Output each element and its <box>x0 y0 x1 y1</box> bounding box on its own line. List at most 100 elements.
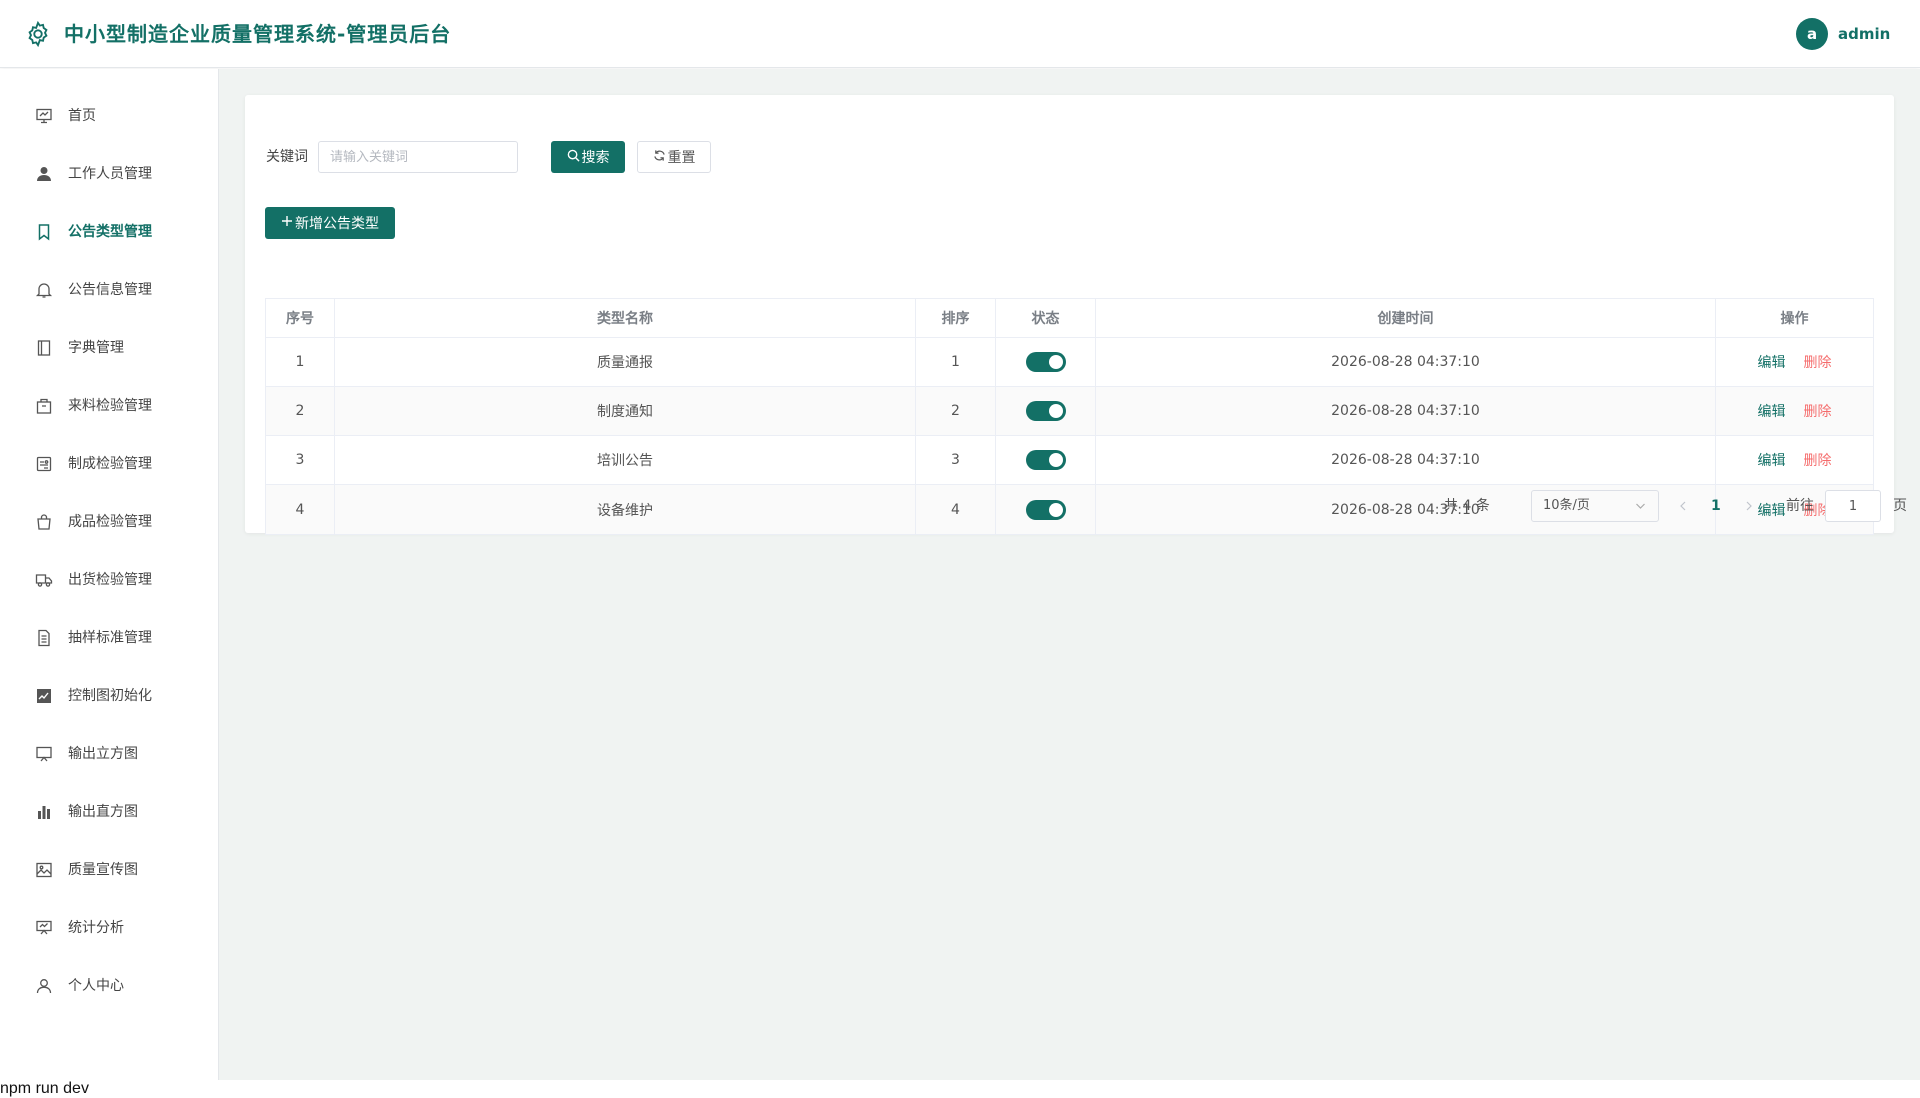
dashboard-icon <box>35 107 53 125</box>
truck-icon <box>35 571 53 589</box>
sidebar-item-product-inspection[interactable]: 成品检验管理 <box>0 493 218 551</box>
bag-icon <box>35 513 53 531</box>
box-icon <box>35 397 53 415</box>
presentation-icon <box>35 919 53 937</box>
column-header: 排序 <box>916 299 996 337</box>
actions-cell: 编辑 删除 <box>1716 436 1873 484</box>
sidebar-item-label: 公告类型管理 <box>68 224 152 240</box>
toggle-knob <box>1048 404 1063 418</box>
person-icon <box>35 977 53 995</box>
bell-icon <box>35 281 53 299</box>
goto-label: 前往 <box>1786 498 1814 514</box>
add-notice-type-button[interactable]: 新增公告类型 <box>265 207 395 239</box>
sidebar-item-label: 制成检验管理 <box>68 456 152 472</box>
row-index: 1 <box>266 338 335 386</box>
edit-link[interactable]: 编辑 <box>1758 352 1786 372</box>
sidebar-item-label: 成品检验管理 <box>68 514 152 530</box>
sidebar-item-home[interactable]: 首页 <box>0 87 218 145</box>
sidebar-item-label: 输出立方图 <box>68 746 138 762</box>
sidebar-item-notice-type[interactable]: 公告类型管理 <box>0 203 218 261</box>
sidebar-item-label: 公告信息管理 <box>68 282 152 298</box>
sidebar-item-label: 来料检验管理 <box>68 398 152 414</box>
sort-order: 3 <box>916 436 996 484</box>
edit-link[interactable]: 编辑 <box>1758 500 1786 520</box>
trend-chart-icon <box>35 687 53 705</box>
created-time: 2026-08-28 04:37:10 <box>1096 387 1716 435</box>
sidebar-item-label: 字典管理 <box>68 340 124 356</box>
reset-button[interactable]: 重置 <box>637 141 711 173</box>
column-header: 类型名称 <box>335 299 916 337</box>
type-name: 培训公告 <box>335 436 916 484</box>
sidebar-item-control-chart[interactable]: 控制图初始化 <box>0 667 218 725</box>
delete-link[interactable]: 删除 <box>1804 450 1832 470</box>
sidebar-item-quality-poster[interactable]: 质量宣传图 <box>0 841 218 899</box>
delete-link[interactable]: 删除 <box>1804 352 1832 372</box>
chevron-left-icon[interactable] <box>1678 496 1688 522</box>
sidebar-item-dictionary[interactable]: 字典管理 <box>0 319 218 377</box>
created-time: 2026-08-28 04:37:10 <box>1096 338 1716 386</box>
tray-icon <box>35 455 53 473</box>
sidebar-item-notice-info[interactable]: 公告信息管理 <box>0 261 218 319</box>
page-suffix: 页 <box>1893 498 1907 514</box>
sidebar-item-label: 抽样标准管理 <box>68 630 152 646</box>
sidebar-item-label: 输出直方图 <box>68 804 138 820</box>
sidebar-item-profile[interactable]: 个人中心 <box>0 957 218 1015</box>
status-toggle[interactable] <box>1025 352 1066 372</box>
sidebar-item-label: 统计分析 <box>68 920 124 936</box>
column-header: 创建时间 <box>1096 299 1716 337</box>
type-name: 制度通知 <box>335 387 916 435</box>
toggle-knob <box>1048 502 1063 517</box>
sidebar-item-label: 个人中心 <box>68 978 124 994</box>
sidebar-item-incoming-inspection[interactable]: 来料检验管理 <box>0 377 218 435</box>
book-icon <box>35 339 53 357</box>
picture-icon <box>35 861 53 879</box>
sidebar-item-cube-chart[interactable]: 输出立方图 <box>0 725 218 783</box>
sort-order: 2 <box>916 387 996 435</box>
content-card: 关键词 搜索 重置 新增公告类型 序号 类型名称 排序 状态 <box>245 95 1907 535</box>
status-toggle[interactable] <box>1025 450 1066 470</box>
gear-icon[interactable] <box>24 20 52 48</box>
type-name: 设备维护 <box>335 485 916 534</box>
page-size-select[interactable]: 10条/页 <box>1531 490 1659 522</box>
edit-link[interactable]: 编辑 <box>1758 450 1786 470</box>
status-toggle[interactable] <box>1025 499 1066 520</box>
delete-link[interactable]: 删除 <box>1804 401 1832 421</box>
keyword-label: 关键词 <box>266 149 308 165</box>
edit-link[interactable]: 编辑 <box>1758 401 1786 421</box>
row-index: 3 <box>266 436 335 484</box>
table-header-row: 序号 类型名称 排序 状态 创建时间 操作 <box>266 299 1873 338</box>
sidebar-item-process-inspection[interactable]: 制成检验管理 <box>0 435 218 493</box>
histogram-icon <box>35 803 53 821</box>
status-cell <box>996 387 1096 435</box>
keyword-input[interactable] <box>318 141 518 173</box>
chevron-right-icon[interactable] <box>1744 496 1754 522</box>
sidebar-item-staff[interactable]: 工作人员管理 <box>0 145 218 203</box>
column-header: 操作 <box>1780 311 1809 327</box>
app-title: 中小型制造企业质量管理系统-管理员后台 <box>64 22 452 46</box>
sidebar-item-shipment-inspection[interactable]: 出货检验管理 <box>0 551 218 609</box>
search-button[interactable]: 搜索 <box>551 141 625 173</box>
sidebar-item-statistics[interactable]: 统计分析 <box>0 899 218 957</box>
goto-page-input[interactable] <box>1825 490 1881 522</box>
bookmark-icon <box>35 223 53 241</box>
table-row: 1 质量通报 1 2026-08-28 04:37:10 编辑 删除 <box>266 338 1873 387</box>
row-index: 4 <box>266 485 335 534</box>
row-index: 2 <box>266 387 335 435</box>
actions-cell: 编辑 删除 <box>1716 387 1873 435</box>
sidebar-item-sampling-standard[interactable]: 抽样标准管理 <box>0 609 218 667</box>
sidebar-item-label: 质量宣传图 <box>68 862 138 878</box>
avatar[interactable]: a <box>1796 18 1828 50</box>
toggle-knob <box>1048 355 1063 369</box>
document-icon <box>35 629 53 647</box>
username[interactable]: admin <box>1838 24 1890 44</box>
page-number-current[interactable]: 1 <box>1711 496 1721 516</box>
sidebar-item-label: 首页 <box>68 108 96 124</box>
add-button-label: 新增公告类型 <box>295 216 379 232</box>
sort-order: 1 <box>916 338 996 386</box>
sidebar-item-histogram[interactable]: 输出直方图 <box>0 783 218 841</box>
status-toggle[interactable] <box>1025 401 1066 421</box>
table-row: 3 培训公告 3 2026-08-28 04:37:10 编辑 删除 <box>266 436 1873 485</box>
user-icon <box>35 165 53 183</box>
sidebar-item-label: 工作人员管理 <box>68 166 152 182</box>
sidebar: 首页 工作人员管理 公告类型管理 公告信息管理 字典管理 来料检验管理 制成检验… <box>0 69 219 1080</box>
